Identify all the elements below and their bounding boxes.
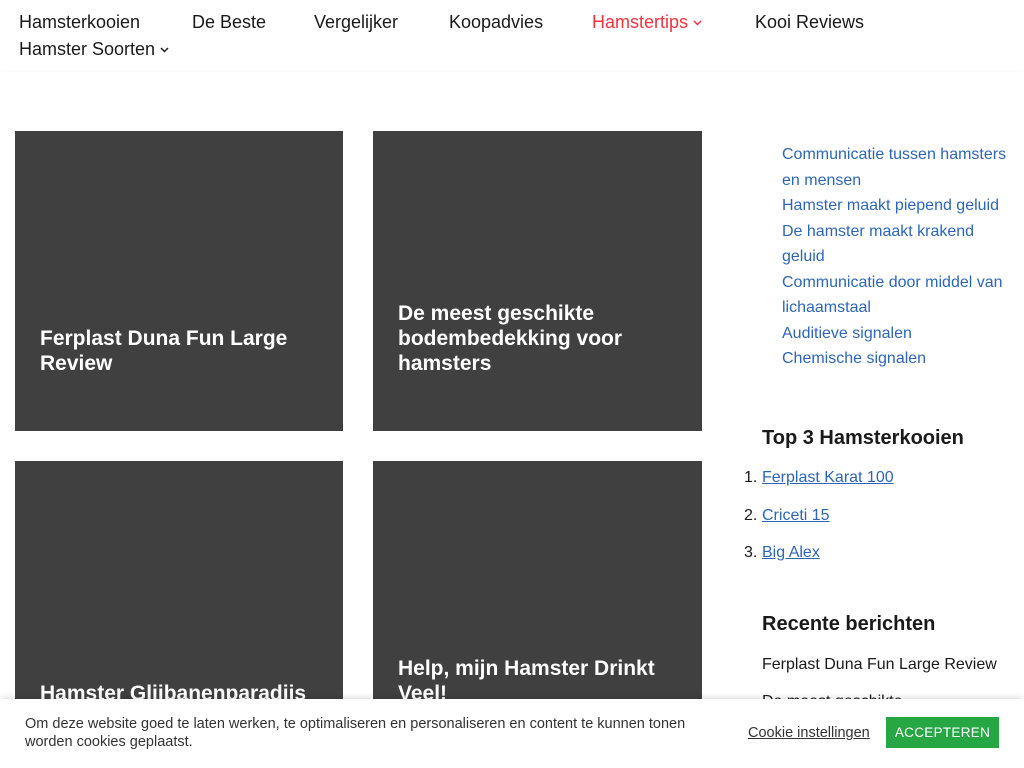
- top3-heading: Top 3 Hamsterkooien: [762, 427, 964, 449]
- nav-item-de-beste[interactable]: De Beste: [192, 12, 266, 33]
- list-number: 2.: [744, 506, 758, 524]
- toc-link[interactable]: Auditieve signalen: [782, 321, 1010, 347]
- cookie-message: Om deze website goed te laten werken, te…: [25, 716, 686, 750]
- recent-post-link[interactable]: Ferplast Duna Fun Large Review: [762, 654, 1012, 676]
- list-item: 3. Big Alex: [744, 542, 894, 580]
- post-card[interactable]: Ferplast Duna Fun Large Review: [15, 131, 343, 431]
- top3-list: 1. Ferplast Karat 100 2. Criceti 15 3. Big …: [744, 467, 894, 580]
- top3-link[interactable]: Criceti 15: [762, 507, 830, 524]
- nav-item-label: Hamster Soorten: [19, 39, 156, 59]
- cookie-settings-link[interactable]: Cookie instellingen: [748, 725, 870, 741]
- nav-item-hamstertips[interactable]: Hamstertips: [592, 12, 702, 33]
- list-item: 2. Criceti 15: [744, 505, 894, 543]
- toc-link[interactable]: Communicatie door middel van lichaamstaa…: [782, 270, 1010, 321]
- list-number: 1.: [744, 469, 758, 486]
- nav-item-label: Hamstertips: [592, 12, 689, 32]
- cookie-banner: Om deze website goed te laten werken, te…: [0, 699, 1024, 768]
- chevron-down-icon[interactable]: [693, 20, 702, 26]
- nav-item-vergelijker[interactable]: Vergelijker: [314, 12, 398, 33]
- nav-item-hamster-soorten[interactable]: Hamster Soorten: [19, 39, 169, 60]
- nav-item-hamsterkooien[interactable]: Hamsterkooien: [19, 12, 140, 33]
- accept-cookies-button[interactable]: ACCEPTEREN: [886, 717, 999, 748]
- post-card[interactable]: Help, mijn Hamster Drinkt Veel!: [373, 461, 702, 701]
- toc-link[interactable]: Chemische signalen: [782, 346, 1010, 372]
- top3-link[interactable]: Ferplast Karat 100: [762, 469, 894, 486]
- list-item: 1. Ferplast Karat 100: [744, 467, 894, 505]
- post-card-title[interactable]: Ferplast Duna Fun Large Review: [40, 326, 318, 376]
- recent-posts-heading: Recente berichten: [762, 613, 936, 635]
- list-number: 3.: [744, 544, 758, 561]
- toc-link[interactable]: Hamster maakt piepend geluid: [782, 193, 1010, 219]
- post-card-title[interactable]: Hamster Glijbanenparadijs: [40, 681, 318, 701]
- toc-link[interactable]: De hamster maakt krakend geluid: [782, 219, 1010, 270]
- toc-link[interactable]: Communicatie tussen hamsters en mensen: [782, 142, 1010, 193]
- chevron-down-icon[interactable]: [160, 47, 169, 53]
- nav-item-koopadvies[interactable]: Koopadvies: [449, 12, 543, 33]
- post-card-title[interactable]: De meest geschikte bodembedekking voor h…: [398, 301, 677, 376]
- post-card-title[interactable]: Help, mijn Hamster Drinkt Veel!: [398, 656, 677, 701]
- main-navigation: Hamsterkooien De Beste Vergelijker Koopa…: [0, 0, 1024, 70]
- post-card[interactable]: De meest geschikte bodembedekking voor h…: [373, 131, 702, 431]
- nav-item-kooi-reviews[interactable]: Kooi Reviews: [755, 12, 864, 33]
- post-card[interactable]: Hamster Glijbanenparadijs: [15, 461, 343, 701]
- table-of-contents: Communicatie tussen hamsters en mensen H…: [782, 142, 1010, 372]
- top3-link[interactable]: Big Alex: [762, 544, 820, 561]
